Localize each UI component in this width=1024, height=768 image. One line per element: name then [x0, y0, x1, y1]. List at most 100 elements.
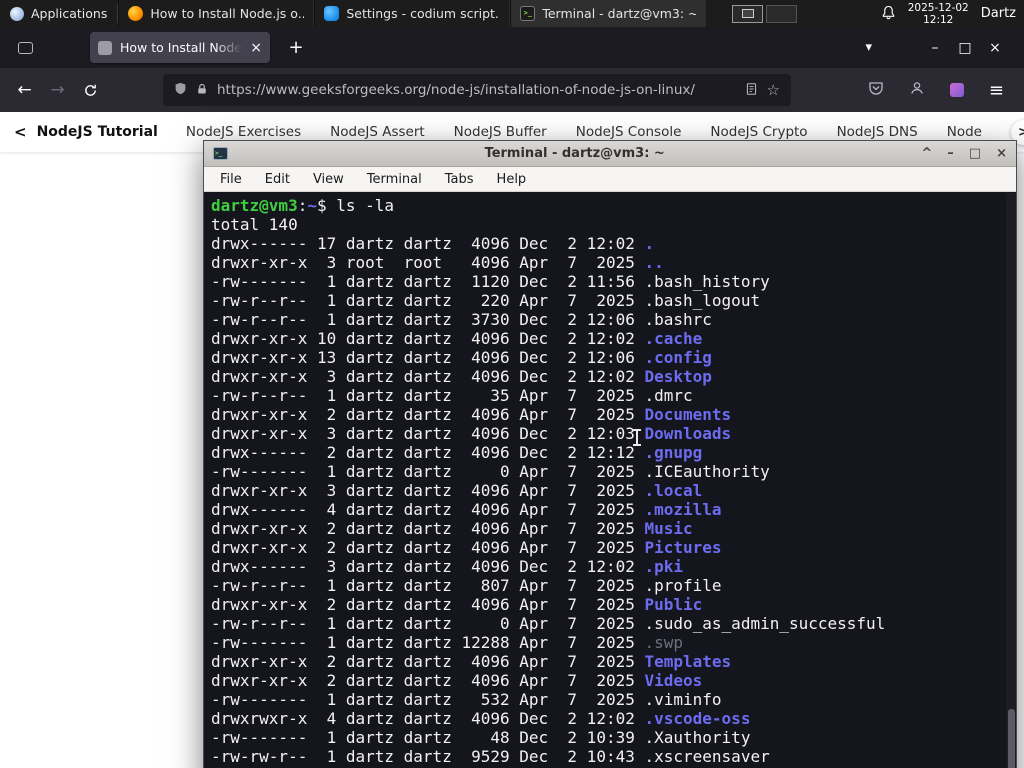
- applications-icon: [10, 6, 24, 21]
- file-meta: -rw-r--r-- 1 dartz dartz 807 Apr 7 2025: [211, 576, 645, 595]
- nav-scroll-left-icon[interactable]: <: [14, 123, 27, 141]
- file-meta: -rw-r--r-- 1 dartz dartz 3730 Dec 2 12:0…: [211, 310, 645, 329]
- terminal-scrollbar-thumb[interactable]: [1008, 709, 1015, 768]
- reader-mode-icon[interactable]: [745, 81, 758, 100]
- site-nav-item[interactable]: NodeJS Exercises: [186, 124, 301, 140]
- notification-bell-icon[interactable]: [881, 5, 896, 23]
- terminal-titlebar[interactable]: >_ Terminal - dartz@vm3: ~ ^ – □ ×: [204, 141, 1016, 167]
- firefox-view-button[interactable]: [12, 35, 38, 61]
- terminal-menu-terminal[interactable]: Terminal: [367, 172, 422, 187]
- taskbar-item-firefox[interactable]: How to Install Node.js o...: [118, 0, 315, 27]
- window-controls: ▾ – □ ×: [865, 40, 1024, 56]
- file-meta: drwx------ 4 dartz dartz 4096 Apr 7 2025: [211, 500, 645, 519]
- new-tab-button[interactable]: +: [282, 34, 310, 62]
- site-nav-item[interactable]: NodeJS DNS: [837, 124, 918, 140]
- site-nav-item[interactable]: NodeJS Buffer: [454, 124, 547, 140]
- file-name: .dmrc: [644, 386, 693, 405]
- tab-close-icon[interactable]: ×: [250, 41, 262, 55]
- terminal-output-line: drwxrwxr-x 4 dartz dartz 4096 Dec 2 12:0…: [211, 709, 1016, 728]
- file-meta: drwxr-xr-x 2 dartz dartz 4096 Apr 7 2025: [211, 671, 645, 690]
- terminal-output-line: drwx------ 2 dartz dartz 4096 Dec 2 12:1…: [211, 443, 1016, 462]
- site-nav-item-current[interactable]: NodeJS Tutorial: [37, 124, 158, 140]
- terminal-menu-file[interactable]: File: [220, 172, 242, 187]
- applications-menu-button[interactable]: Applications: [0, 0, 117, 27]
- terminal-output-line: drwxr-xr-x 3 dartz dartz 4096 Dec 2 12:0…: [211, 367, 1016, 386]
- taskbar-item-codium[interactable]: Settings - codium script...: [314, 0, 511, 27]
- file-name: .cache: [644, 329, 703, 348]
- terminal-output-line: -rw------- 1 dartz dartz 1120 Dec 2 11:5…: [211, 272, 1016, 291]
- terminal-close-button[interactable]: ×: [996, 146, 1007, 161]
- top-panel: Applications How to Install Node.js o...…: [0, 0, 1024, 27]
- terminal-menu-edit[interactable]: Edit: [265, 172, 290, 187]
- terminal-scrollbar-track[interactable]: [1006, 193, 1016, 768]
- extension-icon[interactable]: [949, 83, 964, 97]
- file-name: .mozilla: [644, 500, 722, 519]
- list-tabs-icon[interactable]: ▾: [865, 40, 872, 55]
- file-name: .Xauthority: [644, 728, 751, 747]
- bookmark-star-icon[interactable]: ☆: [767, 81, 780, 99]
- terminal-output-line: drwxr-xr-x 2 dartz dartz 4096 Apr 7 2025…: [211, 595, 1016, 614]
- terminal-output[interactable]: dartz@vm3:~$ ls -la total 140 drwx------…: [204, 193, 1016, 768]
- terminal-output-line: drwxr-xr-x 2 dartz dartz 4096 Apr 7 2025…: [211, 519, 1016, 538]
- terminal-menu-help[interactable]: Help: [497, 172, 527, 187]
- browser-minimize-button[interactable]: –: [920, 40, 950, 56]
- terminal-icon: >_: [520, 6, 536, 21]
- file-meta: drwxrwxr-x 4 dartz dartz 4096 Dec 2 12:0…: [211, 709, 645, 728]
- workspace-switcher[interactable]: [732, 4, 798, 23]
- terminal-output-line: -rw------- 1 dartz dartz 0 Apr 7 2025 .I…: [211, 462, 1016, 481]
- terminal-minimize-button[interactable]: –: [947, 146, 954, 161]
- terminal-shade-button[interactable]: ^: [921, 146, 932, 161]
- browser-close-button[interactable]: ×: [980, 40, 1010, 56]
- reload-button[interactable]: [74, 74, 107, 106]
- terminal-menu-view[interactable]: View: [313, 172, 344, 187]
- pocket-icon[interactable]: [868, 80, 884, 100]
- terminal-output-line: drwxr-xr-x 3 dartz dartz 4096 Dec 2 12:0…: [211, 424, 1016, 443]
- terminal-total-line: total 140: [211, 215, 298, 234]
- terminal-output-line: drwxr-xr-x 13 dartz dartz 4096 Dec 2 12:…: [211, 348, 1016, 367]
- account-icon[interactable]: [909, 80, 925, 100]
- site-nav-item[interactable]: NodeJS Crypto: [710, 124, 807, 140]
- terminal-output-line: drwxr-xr-x 3 root root 4096 Apr 7 2025 .…: [211, 253, 1016, 272]
- terminal-output-line: drwx------ 4 dartz dartz 4096 Apr 7 2025…: [211, 500, 1016, 519]
- forward-button[interactable]: →: [41, 74, 74, 106]
- file-meta: drwxr-xr-x 3 root root 4096 Apr 7 2025: [211, 253, 645, 272]
- site-nav-item[interactable]: NodeJS Console: [576, 124, 682, 140]
- browser-maximize-button[interactable]: □: [950, 40, 980, 56]
- site-nav-item[interactable]: Node: [947, 124, 982, 140]
- terminal-menu-tabs[interactable]: Tabs: [445, 172, 474, 187]
- codium-icon: [324, 6, 340, 21]
- shield-icon[interactable]: [174, 81, 187, 100]
- panel-clock[interactable]: 2025-12-02 12:12: [908, 2, 969, 26]
- file-name: ..: [644, 253, 664, 272]
- terminal-menubar: File Edit View Terminal Tabs Help: [204, 167, 1016, 192]
- file-name: .bash_history: [644, 272, 770, 291]
- taskbar-item-title: Terminal - dartz@vm3: ~: [542, 6, 697, 21]
- file-meta: -rw------- 1 dartz dartz 48 Dec 2 10:39: [211, 728, 645, 747]
- terminal-output-line: -rw-r--r-- 1 dartz dartz 0 Apr 7 2025 .s…: [211, 614, 1016, 633]
- prompt-command: ls -la: [336, 196, 395, 215]
- terminal-maximize-button[interactable]: □: [969, 146, 981, 161]
- file-meta: -rw-rw-r-- 1 dartz dartz 9529 Dec 2 10:4…: [211, 747, 645, 766]
- terminal-window: >_ Terminal - dartz@vm3: ~ ^ – □ × File E…: [203, 140, 1017, 768]
- file-name: .local: [644, 481, 703, 500]
- workspace-2[interactable]: [766, 4, 798, 23]
- back-button[interactable]: ←: [8, 74, 41, 106]
- file-name: Downloads: [644, 424, 732, 443]
- terminal-output-line: -rw------- 1 dartz dartz 532 Apr 7 2025 …: [211, 690, 1016, 709]
- file-name: Music: [644, 519, 693, 538]
- file-name: .pki: [644, 557, 684, 576]
- site-nav-item[interactable]: NodeJS Assert: [330, 124, 425, 140]
- taskbar-item-terminal[interactable]: >_ Terminal - dartz@vm3: ~: [510, 0, 707, 27]
- file-name: .sudo_as_admin_successful: [644, 614, 886, 633]
- file-name: .bash_logout: [644, 291, 761, 310]
- browser-tab[interactable]: How to Install Node.js on ×: [90, 32, 270, 63]
- url-bar[interactable]: https://www.geeksforgeeks.org/node-js/in…: [163, 74, 791, 106]
- workspace-1[interactable]: [732, 4, 764, 23]
- browser-tab-bar: How to Install Node.js on × + ▾ – □ ×: [0, 27, 1024, 68]
- panel-user-label[interactable]: Dartz: [981, 6, 1016, 21]
- terminal-output-line: drwxr-xr-x 3 dartz dartz 4096 Apr 7 2025…: [211, 481, 1016, 500]
- terminal-output-line: drwxr-xr-x 10 dartz dartz 4096 Dec 2 12:…: [211, 329, 1016, 348]
- menu-icon[interactable]: ≡: [989, 80, 1004, 101]
- lock-icon[interactable]: [196, 81, 208, 100]
- file-meta: drwxr-xr-x 13 dartz dartz 4096 Dec 2 12:…: [211, 348, 645, 367]
